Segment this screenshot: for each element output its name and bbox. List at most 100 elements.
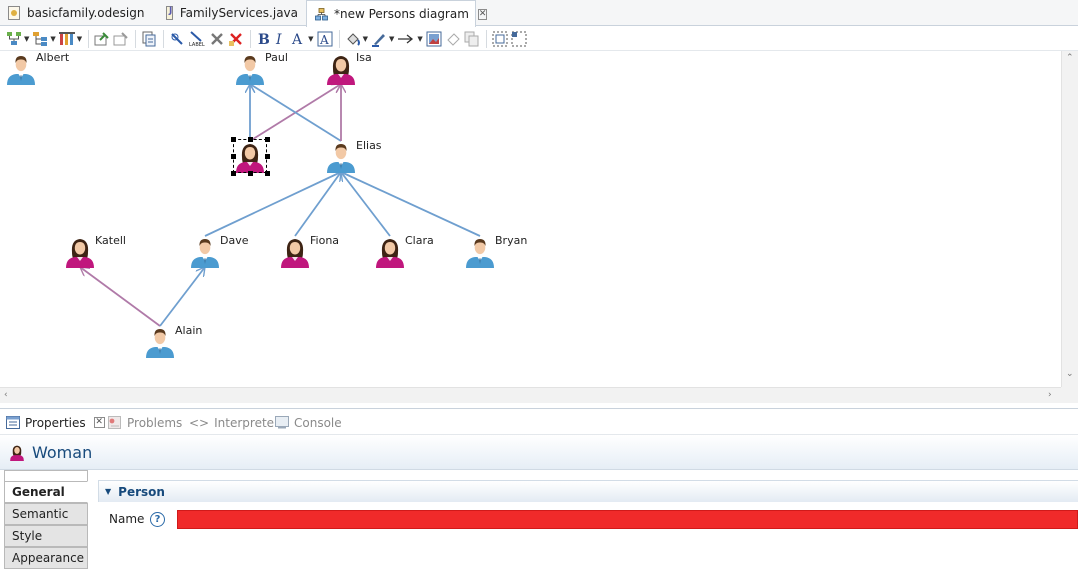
tab-problems[interactable]: Problems [108, 409, 182, 436]
resize-handle[interactable] [230, 136, 236, 142]
line-color-button[interactable]: ▼ [371, 29, 394, 49]
pin-button[interactable] [94, 29, 110, 49]
image-button[interactable] [426, 29, 442, 49]
person-node-fiona[interactable] [278, 234, 312, 268]
person-label[interactable]: Albert [36, 51, 69, 64]
delete-from-model-button[interactable] [228, 29, 244, 49]
collapse-triangle-icon[interactable]: ▼ [105, 487, 111, 496]
line-style-button[interactable]: ▼ [397, 29, 423, 49]
person-node-bryan[interactable] [463, 234, 497, 268]
help-icon[interactable]: ? [150, 512, 165, 527]
side-tab-general[interactable]: General [4, 481, 88, 503]
resize-handle[interactable] [230, 170, 236, 176]
font-color-button[interactable]: A ▼ [290, 29, 313, 49]
delete-icon [211, 32, 224, 45]
person-node-elias[interactable] [324, 139, 358, 173]
tab-properties[interactable]: Properties ✕ [6, 409, 105, 436]
father-edge-dave-elias[interactable] [204, 172, 341, 237]
font-dialog-icon: A [317, 31, 333, 47]
bold-button[interactable]: B [256, 29, 270, 49]
person-label[interactable]: Alain [175, 324, 202, 337]
editor-tab-basicfamily-odesign[interactable]: basicfamily.odesign [0, 0, 158, 26]
father-edge-bryan-elias[interactable] [341, 172, 481, 237]
person-label[interactable]: Katell [95, 234, 126, 247]
zoom-to-fit-button[interactable] [511, 29, 527, 49]
unpin-button[interactable] [113, 29, 129, 49]
font-dialog-button[interactable]: A [317, 29, 333, 49]
close-icon[interactable]: ✕ [477, 8, 488, 20]
hide-label-icon: LABEL [189, 30, 205, 47]
person-label[interactable]: Bryan [495, 234, 527, 247]
copy-format-button[interactable] [141, 29, 157, 49]
chevron-down-icon[interactable]: ▼ [363, 35, 368, 43]
name-field[interactable] [177, 510, 1078, 529]
tab-console[interactable]: Console [275, 409, 342, 436]
scroll-right-icon[interactable]: › [1048, 390, 1052, 400]
italic-button[interactable]: I [273, 29, 287, 49]
side-tab-appearance[interactable]: Appearance [4, 547, 88, 569]
resize-handle[interactable] [264, 136, 270, 142]
delete-from-diagram-button[interactable] [209, 29, 225, 49]
scroll-left-icon[interactable]: ‹ [4, 390, 8, 400]
chevron-down-icon[interactable]: ▼ [77, 35, 82, 43]
resize-handle[interactable] [264, 153, 270, 159]
close-icon[interactable]: ✕ [93, 417, 105, 428]
side-tab-label: Appearance [12, 551, 85, 565]
hide-element-button[interactable] [169, 29, 185, 49]
editor-tab-persons-diagram[interactable]: *new Persons diagram ✕ [306, 0, 488, 27]
chevron-down-icon[interactable]: ▼ [308, 35, 313, 43]
select-menu-button[interactable]: ▼ [32, 29, 56, 49]
vertical-scrollbar[interactable]: ⌃ ⌄ [1061, 51, 1078, 387]
father-edge-clara-elias[interactable] [341, 172, 391, 237]
person-node-isa[interactable] [324, 51, 358, 85]
pin-icon [94, 31, 109, 45]
reset-style-button[interactable] [445, 29, 461, 49]
select-all-button[interactable] [492, 29, 508, 49]
editor-tab-familyservices-java[interactable]: FamilyServices.java [158, 0, 306, 26]
scrollbar-corner [1061, 387, 1078, 403]
toolbar-separator [250, 29, 252, 48]
chevron-down-icon[interactable]: ▼ [50, 35, 55, 43]
diagram-icon [315, 7, 328, 21]
person-label[interactable]: Paul [265, 51, 288, 64]
father-edge-fiona-elias[interactable] [294, 172, 341, 237]
font-color-icon: A [291, 32, 303, 47]
resize-handle[interactable] [247, 136, 253, 142]
chevron-down-icon[interactable]: ▼ [389, 35, 394, 43]
person-label[interactable]: Clara [405, 234, 434, 247]
console-icon [275, 416, 289, 429]
mother-edge-alain-katell[interactable] [80, 267, 161, 327]
toolbar-separator [338, 29, 340, 48]
person-label[interactable]: Fiona [310, 234, 339, 247]
person-node-clara[interactable] [373, 234, 407, 268]
copy-layout-button[interactable] [464, 29, 480, 49]
scroll-up-icon[interactable]: ⌃ [1066, 53, 1074, 63]
resize-handle[interactable] [247, 170, 253, 176]
resize-handle[interactable] [230, 153, 236, 159]
side-tab-style[interactable]: Style [4, 525, 88, 547]
properties-side-tabs: General Semantic Style Appearance [4, 470, 88, 569]
person-node-katell[interactable] [63, 234, 97, 268]
person-label[interactable]: Isa [356, 51, 372, 64]
tab-interpreter[interactable]: <> Interpreter [189, 409, 279, 436]
layers-button[interactable]: ▼ [58, 29, 82, 49]
scroll-down-icon[interactable]: ⌄ [1066, 369, 1074, 379]
chevron-down-icon[interactable]: ▼ [24, 35, 29, 43]
father-edge-alain-dave[interactable] [159, 267, 205, 327]
side-tab-semantic[interactable]: Semantic [4, 503, 88, 525]
person-node-dave[interactable] [188, 234, 222, 268]
person-label[interactable]: Elias [356, 139, 382, 152]
person-node-albert[interactable] [4, 51, 38, 85]
fill-color-button[interactable]: ▼ [345, 29, 368, 49]
person-node-alain[interactable] [143, 324, 177, 358]
person-label[interactable]: Dave [220, 234, 249, 247]
diagram-canvas[interactable]: Albert Paul Isa Elias Katell Dave Fiona Clara Br… [0, 50, 1078, 403]
chevron-down-icon[interactable]: ▼ [417, 35, 422, 43]
unpin-icon [113, 31, 128, 45]
person-section-header[interactable]: ▼ Person [98, 480, 1078, 502]
resize-handle[interactable] [264, 170, 270, 176]
person-node-paul[interactable] [233, 51, 267, 85]
arrange-all-button[interactable]: ▼ [6, 29, 29, 49]
horizontal-scrollbar[interactable]: ‹ › [0, 387, 1061, 403]
hide-label-button[interactable]: LABEL [188, 29, 206, 49]
